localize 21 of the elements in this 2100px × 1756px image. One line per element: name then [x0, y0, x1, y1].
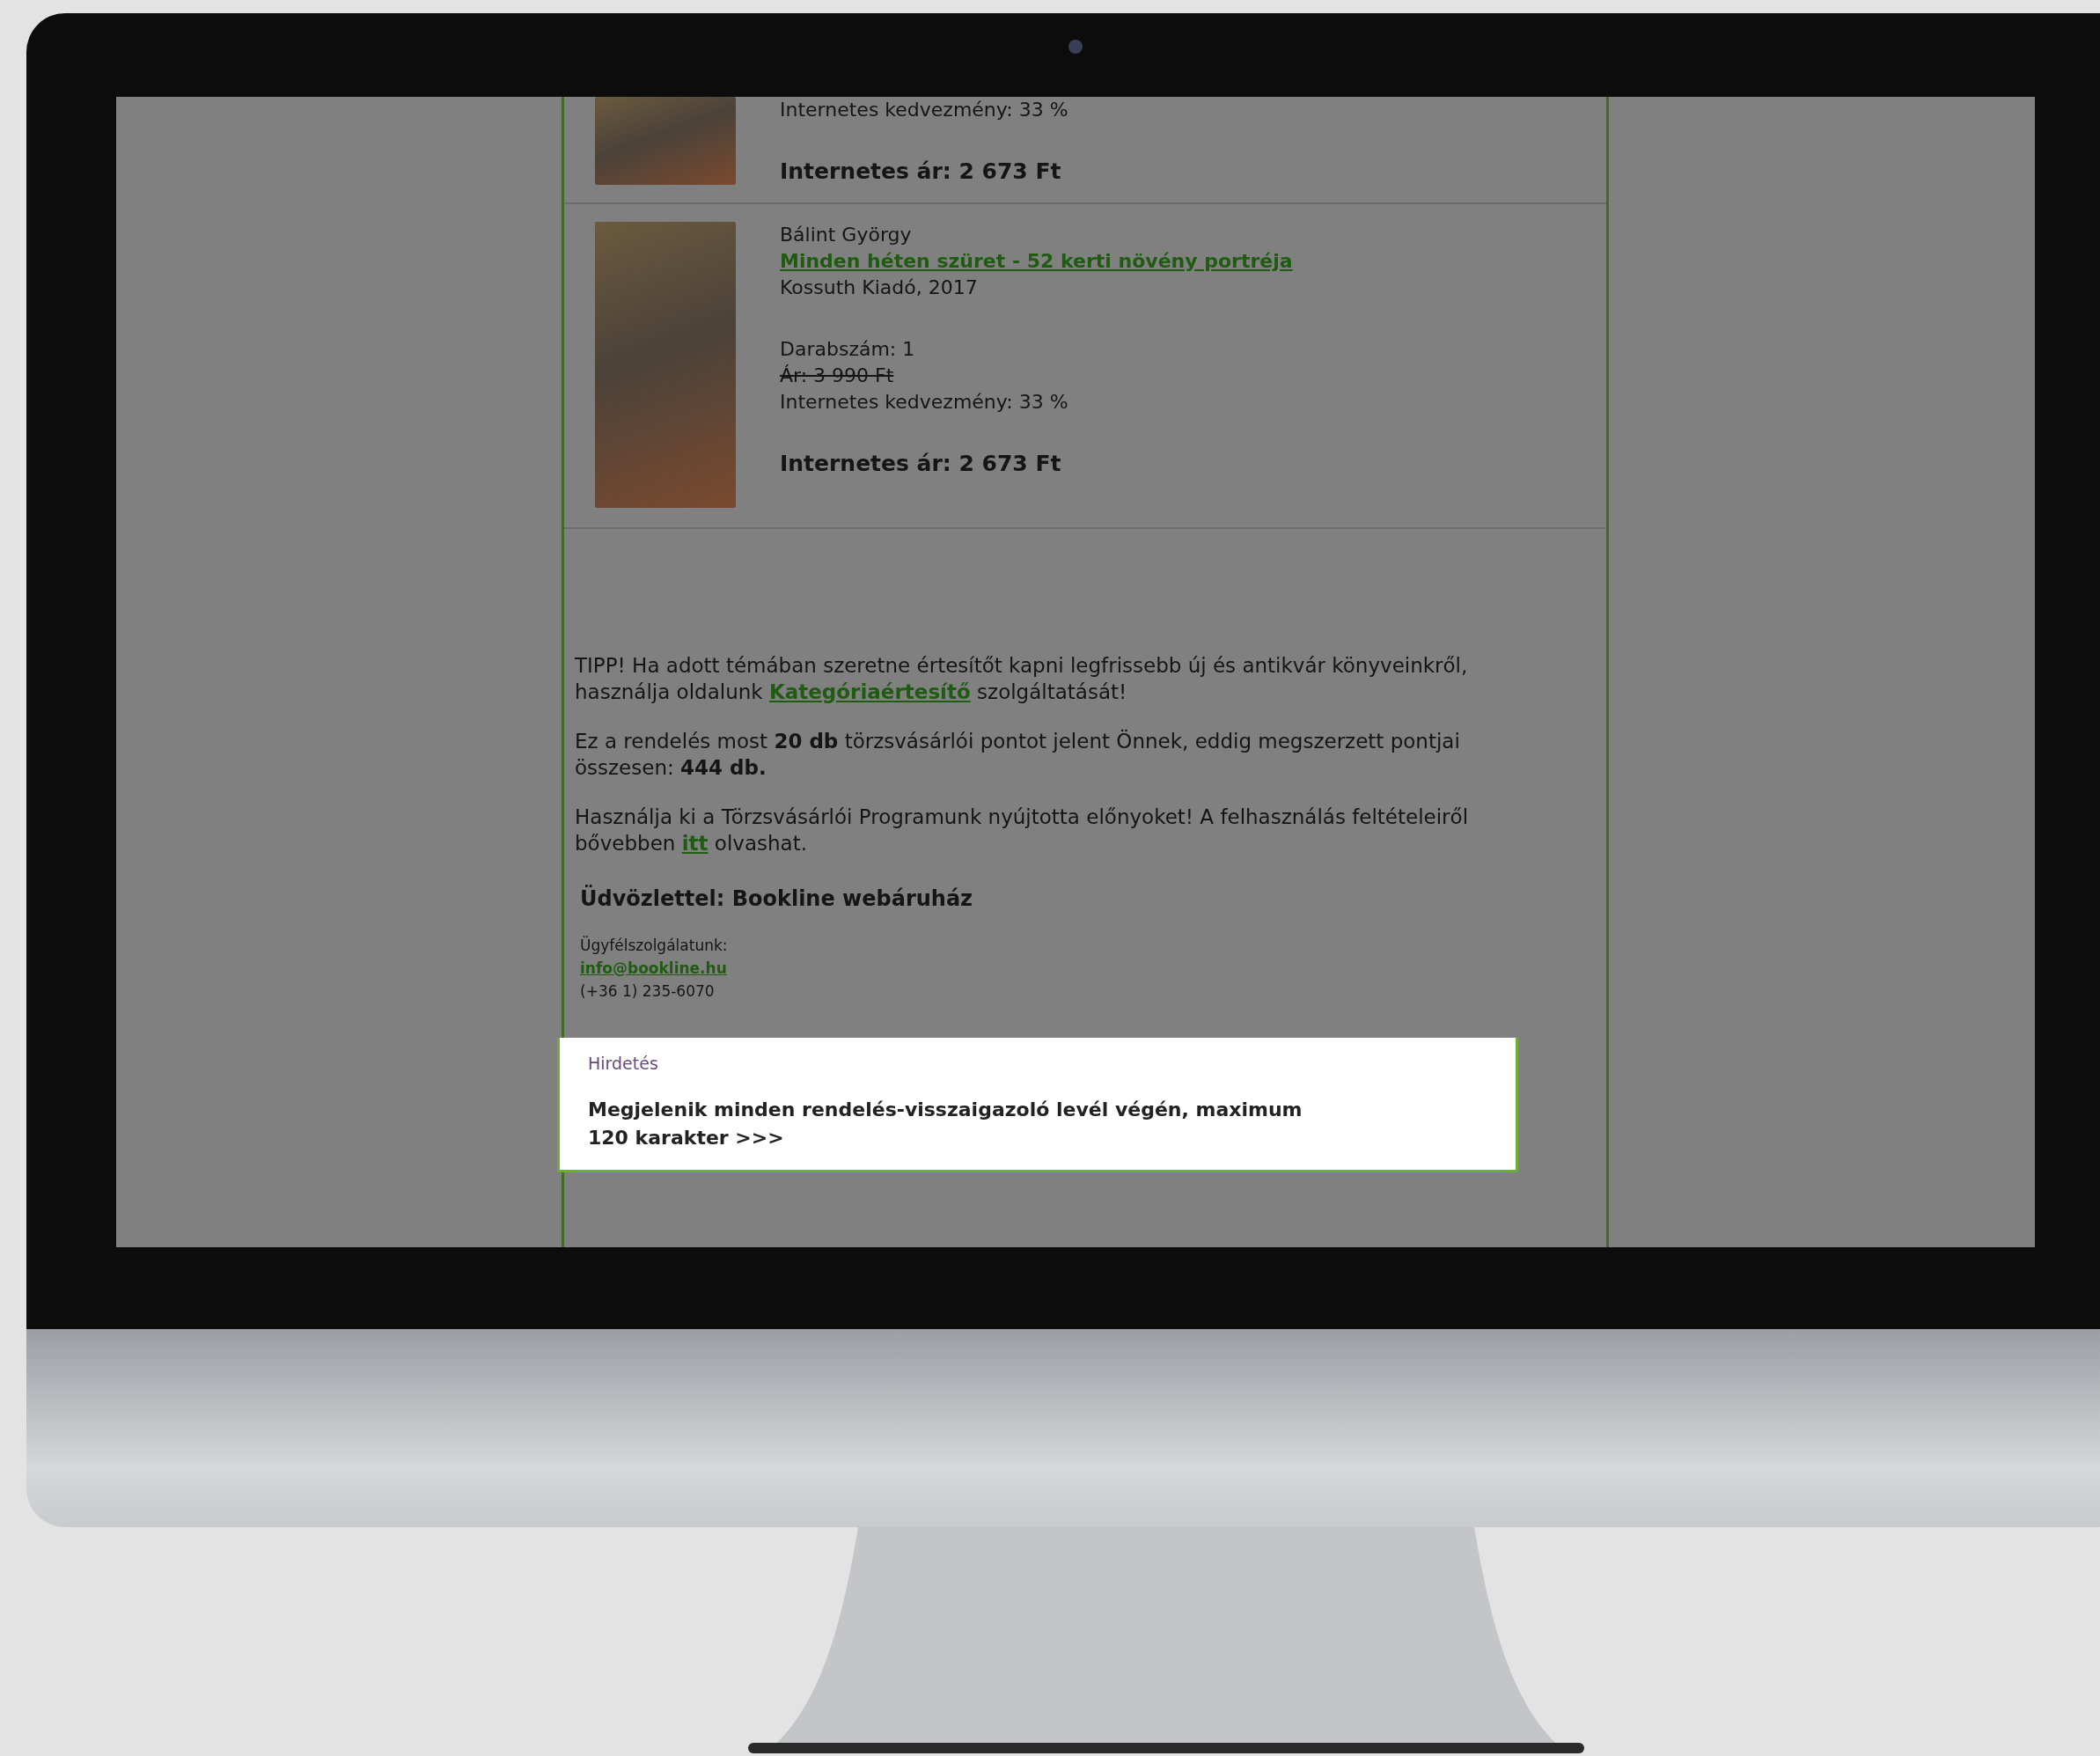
points-paragraph: Ez a rendelés most 20 db törzsvásárlói pontot jelent Önnek, eddig megszerzett pontjai összesen: 444 db.: [575, 728, 1461, 781]
internet-price: Internetes ár: 2 673 Ft: [780, 451, 1062, 477]
ad-label: Hirdetés: [588, 1054, 659, 1073]
phone-number: (+36 1) 235-6070: [580, 981, 716, 1002]
book-title-link[interactable]: Minden héten szüret - 52 kerti növény portréja: [780, 248, 1293, 275]
tip-paragraph: TIPP! Ha adott témában szeretne értesítőt kapni legfrissebb új és antikvár könyveinkről, használja oldalunk Kategóriaértesítő szolgáltatását!: [575, 653, 1469, 705]
old-price: Ár: 3 990 Ft: [780, 364, 895, 388]
book-author: Bálint György: [780, 223, 913, 247]
program-paragraph: Használja ki a Törzsvásárlói Programunk nyújtotta előnyoket! A felhasználás feltételeiről bővebben itt olvashat.: [575, 805, 1470, 856]
here-link[interactable]: itt: [681, 832, 709, 855]
internet-price: Internetes ár: 2 673 Ft: [780, 158, 1062, 185]
quantity-text: Darabszám: 1: [780, 337, 916, 362]
signature: Üdvözlettel: Bookline webáruház: [580, 886, 974, 911]
book-publisher: Kossuth Kiadó, 2017: [780, 276, 979, 300]
customer-service-label: Ügyfélszolgálatunk:: [580, 935, 729, 956]
camera-icon: [1068, 40, 1083, 54]
ad-text: Megjelenik minden rendelés-visszaigazoló levél végén, maximum 120 karakter >>>: [588, 1098, 1303, 1150]
category-alert-link[interactable]: Kategóriaértesítő: [768, 680, 971, 703]
discount-text: Internetes kedvezmény: 33 %: [780, 98, 1068, 122]
discount-text: Internetes kedvezmény: 33 %: [780, 390, 1069, 415]
email-link[interactable]: info@bookline.hu: [580, 957, 727, 980]
